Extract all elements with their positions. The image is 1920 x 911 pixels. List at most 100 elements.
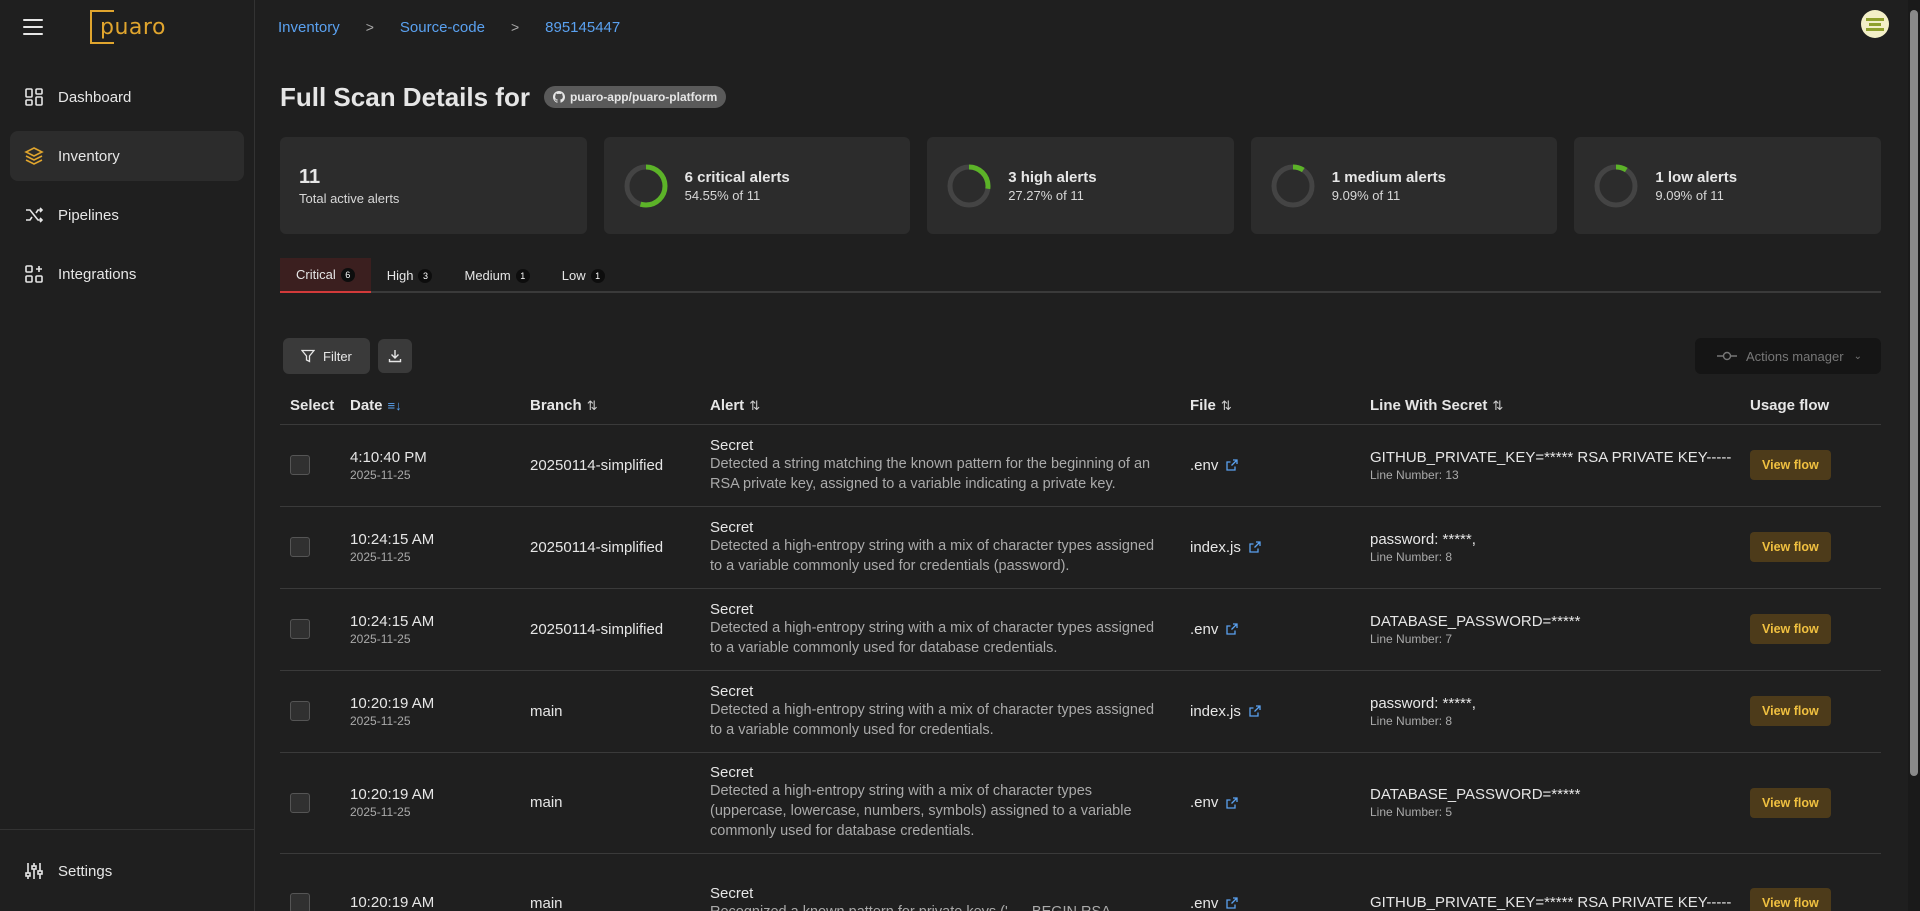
filter-button[interactable]: Filter <box>283 338 370 374</box>
scrollbar[interactable] <box>1908 0 1920 911</box>
chevron-down-icon: ⌄ <box>1853 350 1862 362</box>
breadcrumb-inventory[interactable]: Inventory <box>278 19 340 36</box>
cell-branch: main <box>530 853 710 911</box>
row-checkbox[interactable] <box>290 701 310 721</box>
cell-line: DATABASE_PASSWORD=***** Line Number: 5 <box>1370 752 1750 854</box>
top-header: Inventory > Source-code > 895145447 <box>255 0 1920 54</box>
view-flow-button[interactable]: View flow <box>1750 696 1831 726</box>
alert-description: Detected a high-entropy string with a mi… <box>710 537 1155 574</box>
view-flow-button[interactable]: View flow <box>1750 888 1831 911</box>
alert-title: Secret <box>710 600 754 618</box>
alert-title: Secret <box>710 884 754 902</box>
row-time: 10:20:19 AM <box>350 786 435 803</box>
tab-low[interactable]: Low 1 <box>546 258 621 293</box>
logo[interactable]: puaro <box>90 10 166 44</box>
external-link-icon[interactable] <box>1249 541 1261 553</box>
cell-usage: View flow <box>1750 752 1881 854</box>
sidebar-item-dashboard[interactable]: Dashboard <box>10 72 244 122</box>
external-link-icon[interactable] <box>1249 705 1261 717</box>
cell-select <box>280 853 350 911</box>
download-button[interactable] <box>377 339 412 373</box>
sort-desc-icon[interactable]: ≡↓ <box>388 398 402 413</box>
cell-branch: 20250114-simplified <box>530 506 710 589</box>
medium-donut-chart <box>1271 164 1315 207</box>
col-alert[interactable]: Alert ⇅ <box>710 387 1190 425</box>
row-checkbox[interactable] <box>290 619 310 639</box>
alert-title: Secret <box>710 764 754 781</box>
external-link-icon[interactable] <box>1226 623 1239 635</box>
total-alerts-label: Total active alerts <box>299 190 400 206</box>
critical-alerts-card: 6 critical alerts 54.55% of 11 <box>603 137 911 234</box>
commit-icon <box>1717 351 1737 361</box>
table-row: 10:20:19 AM 2025-11-25 main Secret Detected … <box>280 670 1881 753</box>
tab-count-badge: 3 <box>418 268 433 283</box>
cell-date: 10:20:19 AM <box>350 853 530 911</box>
cell-file: .env <box>1190 588 1370 671</box>
breadcrumb-scan-id[interactable]: 895145447 <box>545 19 620 36</box>
secret-line: password: *****, <box>1370 694 1476 712</box>
sidebar-footer: Settings <box>0 829 255 911</box>
row-checkbox[interactable] <box>290 893 310 911</box>
cell-file: index.js <box>1190 670 1370 753</box>
view-flow-button[interactable]: View flow <box>1750 532 1831 562</box>
row-checkbox[interactable] <box>290 792 310 813</box>
sort-icon[interactable]: ⇅ <box>749 398 760 413</box>
sidebar-item-integrations[interactable]: Integrations <box>10 249 244 299</box>
logo-mark <box>90 10 114 44</box>
row-checkbox[interactable] <box>290 455 310 475</box>
medium-alerts-card: 1 medium alerts 9.09% of 11 <box>1250 137 1558 234</box>
cell-alert: SecretRecognized a known pattern for pri… <box>710 853 1190 911</box>
secret-line: GITHUB_PRIVATE_KEY=***** RSA PRIVATE KEY… <box>1370 448 1732 466</box>
tab-medium[interactable]: Medium 1 <box>448 258 545 293</box>
cell-usage: View flow <box>1750 588 1881 671</box>
col-label: Branch <box>530 396 582 414</box>
sidebar-item-pipelines[interactable]: Pipelines <box>10 190 244 240</box>
cell-branch: main <box>530 670 710 753</box>
scroll-thumb[interactable] <box>1910 10 1918 776</box>
view-flow-button[interactable]: View flow <box>1750 614 1831 644</box>
avatar[interactable] <box>1861 10 1889 38</box>
tab-critical[interactable]: Critical 6 <box>280 258 371 293</box>
sidebar-item-settings[interactable]: Settings <box>10 846 245 896</box>
col-label: File <box>1190 396 1216 414</box>
menu-icon[interactable] <box>23 19 43 35</box>
alert-description: Detected a high-entropy string with a mi… <box>710 783 1132 839</box>
repo-chip[interactable]: puaro-app/puaro-platform <box>543 86 727 108</box>
sort-icon[interactable]: ⇅ <box>1492 398 1503 413</box>
col-date[interactable]: Date ≡↓ <box>350 387 530 425</box>
tab-label: High <box>386 268 414 283</box>
sort-icon[interactable]: ⇅ <box>587 398 598 413</box>
sidebar-nav: Dashboard Inventory Pipelines Integratio… <box>0 72 254 299</box>
table-row: 10:20:19 AM mainSecretRecognized a known … <box>280 853 1881 911</box>
col-branch[interactable]: Branch ⇅ <box>530 387 710 425</box>
cell-alert: Secret Detected a high-entropy string wit… <box>710 752 1190 854</box>
cell-file: .env <box>1190 752 1370 854</box>
settings-sliders-icon <box>25 863 43 879</box>
sidebar-item-inventory[interactable]: Inventory <box>10 131 244 181</box>
row-date: 2025-11-25 <box>350 713 411 728</box>
col-file[interactable]: File ⇅ <box>1190 387 1370 425</box>
actions-manager-dropdown[interactable]: Actions manager ⌄ <box>1695 338 1881 374</box>
tab-high[interactable]: High 3 <box>371 258 449 293</box>
tab-count-badge: 6 <box>340 267 355 282</box>
inventory-icon <box>24 147 44 165</box>
breadcrumb-source-code[interactable]: Source-code <box>400 19 485 36</box>
row-checkbox[interactable] <box>290 537 310 557</box>
view-flow-button[interactable]: View flow <box>1750 450 1831 480</box>
sidebar-item-label: Pipelines <box>58 206 119 224</box>
sort-icon[interactable]: ⇅ <box>1221 398 1232 413</box>
external-link-icon[interactable] <box>1226 897 1239 909</box>
row-date: 2025-11-25 <box>350 467 411 482</box>
card-title: 3 high alerts <box>1008 168 1097 186</box>
low-alerts-card: 1 low alerts 9.09% of 11 <box>1574 137 1881 234</box>
sidebar-header: puaro <box>0 0 254 54</box>
line-number: Line Number: 5 <box>1370 805 1453 819</box>
external-link-icon[interactable] <box>1226 459 1239 471</box>
card-sub: 27.27% of 11 <box>1008 187 1084 203</box>
external-link-icon[interactable] <box>1226 796 1239 809</box>
card-title: 1 medium alerts <box>1331 168 1446 186</box>
view-flow-button[interactable]: View flow <box>1750 787 1831 818</box>
col-line[interactable]: Line With Secret ⇅ <box>1370 387 1750 425</box>
col-usage: Usage flow <box>1750 387 1881 425</box>
alert-title: Secret <box>710 682 754 700</box>
